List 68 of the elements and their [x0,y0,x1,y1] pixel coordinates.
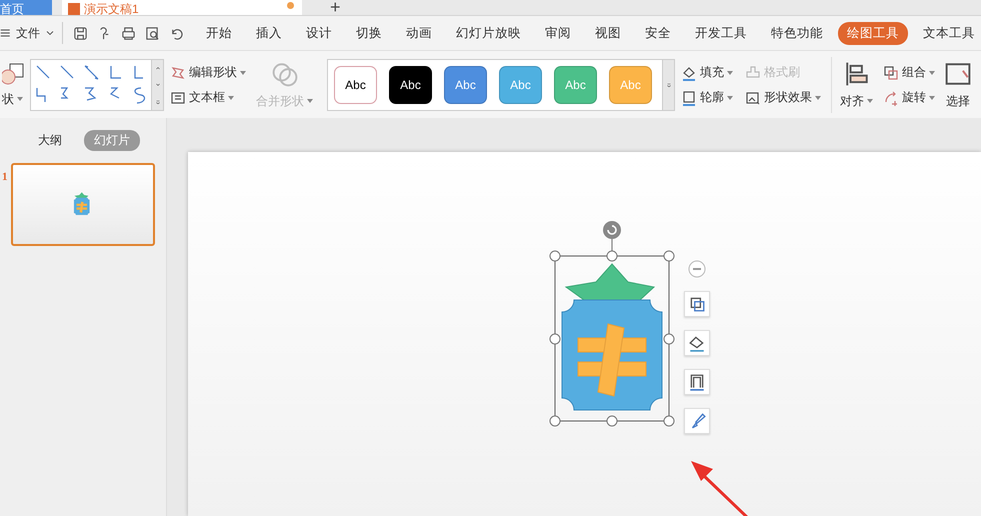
menu-tab[interactable]: 特色功能 [762,22,832,44]
menu-tab[interactable]: 动画 [397,22,441,44]
caret-icon [727,96,733,100]
selection-frame[interactable] [550,238,674,426]
new-tab-button[interactable]: + [330,0,341,15]
menu-tab[interactable]: 审阅 [536,22,580,44]
menu-tab[interactable]: 视图 [586,22,630,44]
shape-style-swatch[interactable]: Abc [389,66,432,104]
slide-thumbnail[interactable] [10,163,154,246]
menu-tab[interactable]: 插入 [247,22,291,44]
text-box-button[interactable]: 文本框 [170,89,246,106]
collapse-icon[interactable] [688,260,706,278]
merge-shapes-icon [272,60,298,86]
menu-tab[interactable]: 幻灯片放映 [447,22,530,44]
document-icon [68,3,80,15]
outline-icon [681,90,697,106]
shape-effects-icon [745,90,761,106]
style-brush-button[interactable] [684,408,710,434]
menu-tab[interactable]: 文本工具 [914,22,981,44]
edit-shape-button[interactable]: 编辑形状 [170,64,246,81]
caret-icon [815,96,821,100]
preview-icon [145,26,160,40]
caret-icon [307,99,313,103]
text-box-icon [170,90,186,106]
scroll-up-icon [154,66,160,70]
shape-effects-button[interactable]: 形状效果 [745,89,821,106]
save-icon [73,26,88,40]
menu-tab[interactable]: 设计 [297,22,341,44]
slide-number: 1 [2,171,8,183]
more-icon [666,83,672,87]
menu-icon [0,27,12,39]
menu-tab[interactable]: 安全 [636,22,680,44]
more-icon [154,100,160,104]
caret-icon [929,70,935,74]
caret-icon [240,70,246,74]
group-button[interactable]: 组合 [883,64,935,81]
caret-icon [228,96,234,100]
shape-style-swatch[interactable]: Abc [334,66,377,104]
caret-icon [867,99,873,103]
scroll-down-icon [154,82,160,87]
fill-button[interactable] [684,330,710,356]
caret-icon [727,70,733,74]
group-icon [883,64,899,80]
caret-icon [17,97,23,101]
layout-icon [688,295,706,313]
outline-button[interactable]: 轮廓 [681,89,733,106]
selection-pane-button[interactable]: 选择 [946,92,970,110]
layout-options-button[interactable] [684,291,710,317]
menu-tab[interactable]: 切换 [347,22,391,44]
file-menu[interactable]: 文件 [0,22,63,44]
outline-button[interactable] [684,369,710,395]
fill-icon [688,334,706,352]
rotate-button[interactable]: 旋转 [883,89,935,106]
selection-pane-icon [945,60,971,86]
shapes-button[interactable]: 状 [2,90,23,108]
rotate-handle[interactable] [603,221,621,239]
print-icon [121,26,136,40]
align-button[interactable]: 对齐 [840,92,873,110]
outline-icon [688,373,706,391]
fill-button[interactable]: 填充 [681,64,733,81]
edit-points-icon [170,64,186,80]
panel-tab[interactable]: 大纲 [28,130,72,151]
align-icon [844,60,870,86]
fill-icon [681,64,697,80]
rotate-icon [883,90,899,106]
menu-tab[interactable]: 开始 [197,22,241,44]
menu-tab[interactable]: 开发工具 [686,22,756,44]
caret-icon [929,96,935,100]
